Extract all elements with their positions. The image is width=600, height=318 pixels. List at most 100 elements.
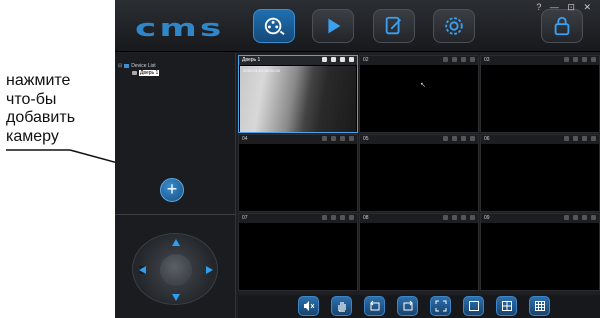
lock-button[interactable] — [541, 9, 583, 43]
mic-icon[interactable] — [564, 215, 569, 220]
top-toolbar: cms ? — ⊡ ✕ — [115, 0, 600, 52]
video-grid: Дверь 1 2020-01-01 00:00:00 02 ↖ 03 04 0… — [238, 55, 600, 294]
cell-icons — [322, 136, 354, 141]
snapshot-icon[interactable] — [461, 57, 466, 62]
previous-page-button[interactable] — [364, 296, 385, 316]
bottom-toolbar — [238, 295, 600, 318]
tree-root-label: Device List — [131, 62, 156, 69]
ptz-center-button[interactable] — [160, 254, 192, 286]
page-back-icon — [369, 300, 379, 311]
mic-icon[interactable] — [443, 57, 448, 62]
ptz-left-arrow-icon[interactable] — [139, 266, 146, 274]
snapshot-icon[interactable] — [340, 57, 345, 62]
playback-button[interactable] — [312, 9, 354, 43]
record-icon[interactable] — [331, 215, 336, 220]
annotation-line: камеру — [6, 127, 59, 145]
app-logo: cms — [135, 14, 225, 42]
close-icon[interactable] — [591, 57, 596, 62]
record-icon[interactable] — [452, 136, 457, 141]
record-icon[interactable] — [452, 215, 457, 220]
edit-icon — [385, 16, 402, 35]
cell-icons — [564, 136, 596, 141]
snapshot-icon[interactable] — [461, 136, 466, 141]
ptz-hand-button[interactable] — [331, 296, 352, 316]
close-icon[interactable] — [349, 136, 354, 141]
mic-icon[interactable] — [564, 136, 569, 141]
live-view-button[interactable] — [253, 9, 295, 43]
video-cell-8[interactable]: 08 — [359, 213, 479, 291]
mouse-cursor-icon: ↖ — [420, 82, 426, 89]
next-page-button[interactable] — [397, 296, 418, 316]
device-tree: ⊟ Device List Дверь 1 — [118, 62, 160, 76]
close-icon[interactable] — [591, 215, 596, 220]
mute-button[interactable] — [298, 296, 319, 316]
page-forward-icon — [403, 300, 413, 311]
config-button[interactable] — [373, 9, 415, 43]
close-icon[interactable] — [591, 136, 596, 141]
video-feed: 2020-01-01 00:00:00 — [240, 66, 356, 132]
speaker-mute-icon — [303, 301, 314, 311]
snapshot-icon[interactable] — [582, 57, 587, 62]
video-cell-4[interactable]: 04 — [238, 134, 358, 212]
record-icon[interactable] — [573, 136, 578, 141]
record-icon[interactable] — [573, 57, 578, 62]
cell-icons — [322, 215, 354, 220]
record-icon[interactable] — [573, 215, 578, 220]
snapshot-icon[interactable] — [340, 215, 345, 220]
ptz-control — [132, 233, 218, 305]
tree-item-device[interactable]: Дверь 1 — [118, 69, 160, 76]
record-icon[interactable] — [331, 57, 336, 62]
settings-gear-icon — [445, 17, 463, 35]
window-controls[interactable]: ? — ⊡ ✕ — [536, 2, 594, 13]
tree-device-label: Дверь 1 — [139, 69, 160, 76]
divider — [115, 214, 236, 215]
quad-view-icon — [501, 301, 512, 311]
mic-icon[interactable] — [322, 57, 327, 62]
single-view-icon — [468, 301, 479, 311]
settings-button[interactable] — [433, 9, 475, 43]
close-icon[interactable] — [470, 136, 475, 141]
osd-timestamp: 2020-01-01 00:00:00 — [243, 68, 281, 73]
layout-1-button[interactable] — [463, 296, 484, 316]
close-icon[interactable] — [470, 215, 475, 220]
record-icon[interactable] — [452, 57, 457, 62]
fullscreen-icon — [435, 300, 446, 312]
fullscreen-button[interactable] — [430, 296, 451, 316]
video-cell-5[interactable]: 05 — [359, 134, 479, 212]
layout-9-button[interactable] — [529, 296, 550, 316]
mic-icon[interactable] — [322, 215, 327, 220]
close-icon[interactable] — [349, 215, 354, 220]
ptz-down-arrow-icon[interactable] — [172, 294, 180, 301]
cell-icons — [443, 215, 475, 220]
video-cell-3[interactable]: 03 — [480, 55, 600, 133]
nine-view-icon — [534, 301, 545, 311]
mic-icon[interactable] — [443, 215, 448, 220]
snapshot-icon[interactable] — [340, 136, 345, 141]
add-camera-button[interactable]: + — [160, 178, 184, 202]
tree-root[interactable]: ⊟ Device List — [118, 62, 159, 69]
mic-icon[interactable] — [322, 136, 327, 141]
ptz-right-arrow-icon[interactable] — [206, 266, 213, 274]
annotation-line: добавить — [6, 109, 76, 126]
layout-4-button[interactable] — [496, 296, 517, 316]
video-cell-7[interactable]: 07 — [238, 213, 358, 291]
video-cell-6[interactable]: 06 — [480, 134, 600, 212]
annotation-line: нажмите — [6, 72, 71, 89]
snapshot-icon[interactable] — [461, 215, 466, 220]
video-cell-1[interactable]: Дверь 1 2020-01-01 00:00:00 — [238, 55, 358, 133]
mic-icon[interactable] — [564, 57, 569, 62]
hand-icon — [337, 302, 346, 312]
ptz-up-arrow-icon[interactable] — [172, 239, 180, 246]
close-icon[interactable] — [470, 57, 475, 62]
snapshot-icon[interactable] — [582, 215, 587, 220]
play-icon — [328, 18, 341, 34]
snapshot-icon[interactable] — [582, 136, 587, 141]
cms-app-window: cms ? — ⊡ ✕ ⊟ Device List Дверь 1 + Двер… — [115, 0, 600, 318]
record-icon[interactable] — [331, 136, 336, 141]
video-cell-2[interactable]: 02 ↖ — [359, 55, 479, 133]
lock-icon — [554, 16, 570, 36]
mic-icon[interactable] — [443, 136, 448, 141]
video-cell-9[interactable]: 09 — [480, 213, 600, 291]
close-icon[interactable] — [349, 57, 354, 62]
collapse-icon[interactable]: ⊟ — [118, 63, 122, 69]
